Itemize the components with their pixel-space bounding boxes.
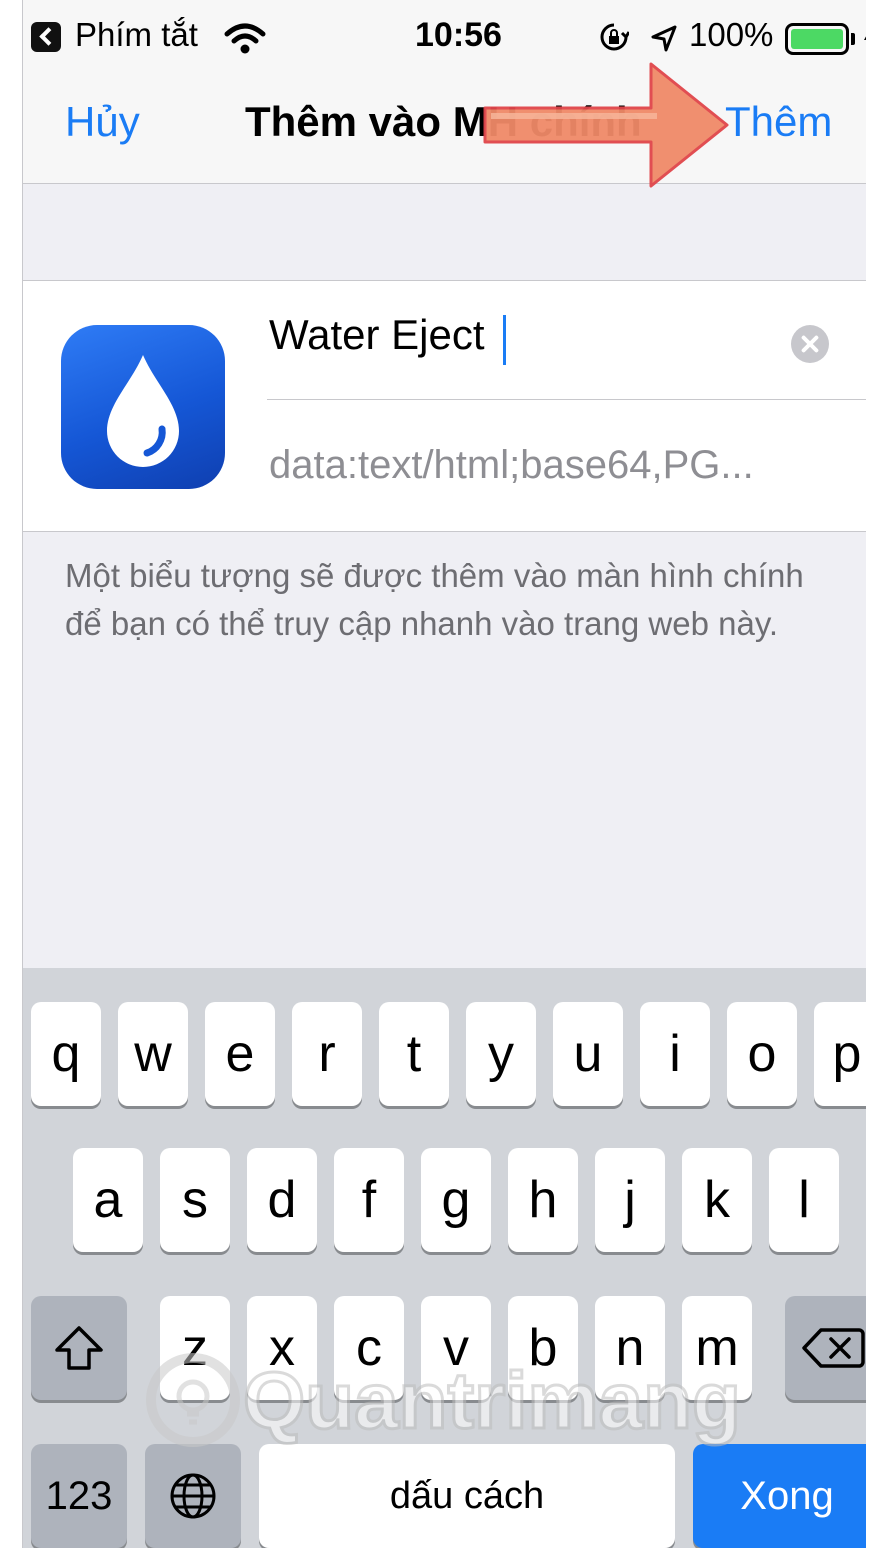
globe-icon xyxy=(170,1473,216,1519)
key-v[interactable]: v xyxy=(421,1296,491,1400)
navigation-bar: Hủy Thêm vào MH chính Thêm xyxy=(23,78,866,184)
key-x[interactable]: x xyxy=(247,1296,317,1400)
key-u[interactable]: u xyxy=(553,1002,623,1106)
description-text: Một biểu tượng sẽ được thêm vào màn hình… xyxy=(65,557,804,642)
key-h[interactable]: h xyxy=(508,1148,578,1252)
url-field: data:text/html;base64,PG... xyxy=(269,443,754,487)
key-m[interactable]: m xyxy=(682,1296,752,1400)
key-j[interactable]: j xyxy=(595,1148,665,1252)
numbers-key[interactable]: 123 xyxy=(31,1444,127,1548)
battery-percent: 100% xyxy=(689,16,774,53)
status-bar: Phím tắt 10:56 100% xyxy=(23,0,866,78)
clear-text-icon[interactable] xyxy=(791,325,829,363)
water-drop-app-icon xyxy=(61,325,225,489)
water-drop-icon xyxy=(107,355,179,467)
key-i[interactable]: i xyxy=(640,1002,710,1106)
bookmark-card: Water Eject data:text/html;base64,PG... xyxy=(23,280,866,532)
key-b[interactable]: b xyxy=(508,1296,578,1400)
key-q[interactable]: q xyxy=(31,1002,101,1106)
orientation-lock-icon xyxy=(600,23,629,51)
globe-key[interactable] xyxy=(145,1444,241,1548)
battery-nub xyxy=(851,33,855,45)
key-s[interactable]: s xyxy=(160,1148,230,1252)
shift-key[interactable] xyxy=(31,1296,127,1400)
key-l[interactable]: l xyxy=(769,1148,839,1252)
field-divider xyxy=(267,399,866,400)
key-d[interactable]: d xyxy=(247,1148,317,1252)
delete-key[interactable] xyxy=(785,1296,866,1400)
done-key[interactable]: Xong xyxy=(693,1444,866,1548)
location-icon xyxy=(651,25,677,52)
key-n[interactable]: n xyxy=(595,1296,665,1400)
charging-bolt-icon xyxy=(864,36,866,40)
key-z[interactable]: z xyxy=(160,1296,230,1400)
space-key[interactable]: dấu cách xyxy=(259,1444,675,1548)
annotation-arrow-icon xyxy=(483,62,729,188)
shift-arrow-icon xyxy=(55,1326,103,1370)
key-w[interactable]: w xyxy=(118,1002,188,1106)
key-k[interactable]: k xyxy=(682,1148,752,1252)
add-button[interactable]: Thêm xyxy=(725,98,832,146)
clock: 10:56 xyxy=(415,16,502,54)
key-o[interactable]: o xyxy=(727,1002,797,1106)
back-app-label[interactable]: Phím tắt xyxy=(75,16,198,54)
key-g[interactable]: g xyxy=(421,1148,491,1252)
screenshot-frame: Phím tắt 10:56 100% Hủy Thêm vào MH chín… xyxy=(0,0,870,1548)
key-e[interactable]: e xyxy=(205,1002,275,1106)
key-r[interactable]: r xyxy=(292,1002,362,1106)
key-y[interactable]: y xyxy=(466,1002,536,1106)
cancel-button[interactable]: Hủy xyxy=(65,98,140,146)
keyboard: q w e r t y u i o p a s d f g h j k l z … xyxy=(23,968,866,1548)
text-cursor xyxy=(503,315,506,365)
back-to-app-icon[interactable] xyxy=(31,22,61,52)
key-c[interactable]: c xyxy=(334,1296,404,1400)
key-a[interactable]: a xyxy=(73,1148,143,1252)
wifi-icon xyxy=(224,23,266,54)
battery-icon xyxy=(785,23,849,55)
key-f[interactable]: f xyxy=(334,1148,404,1252)
key-t[interactable]: t xyxy=(379,1002,449,1106)
key-p[interactable]: p xyxy=(814,1002,866,1106)
screen: Phím tắt 10:56 100% Hủy Thêm vào MH chín… xyxy=(22,0,866,1548)
backspace-icon xyxy=(801,1328,865,1368)
name-input[interactable]: Water Eject xyxy=(269,311,485,359)
